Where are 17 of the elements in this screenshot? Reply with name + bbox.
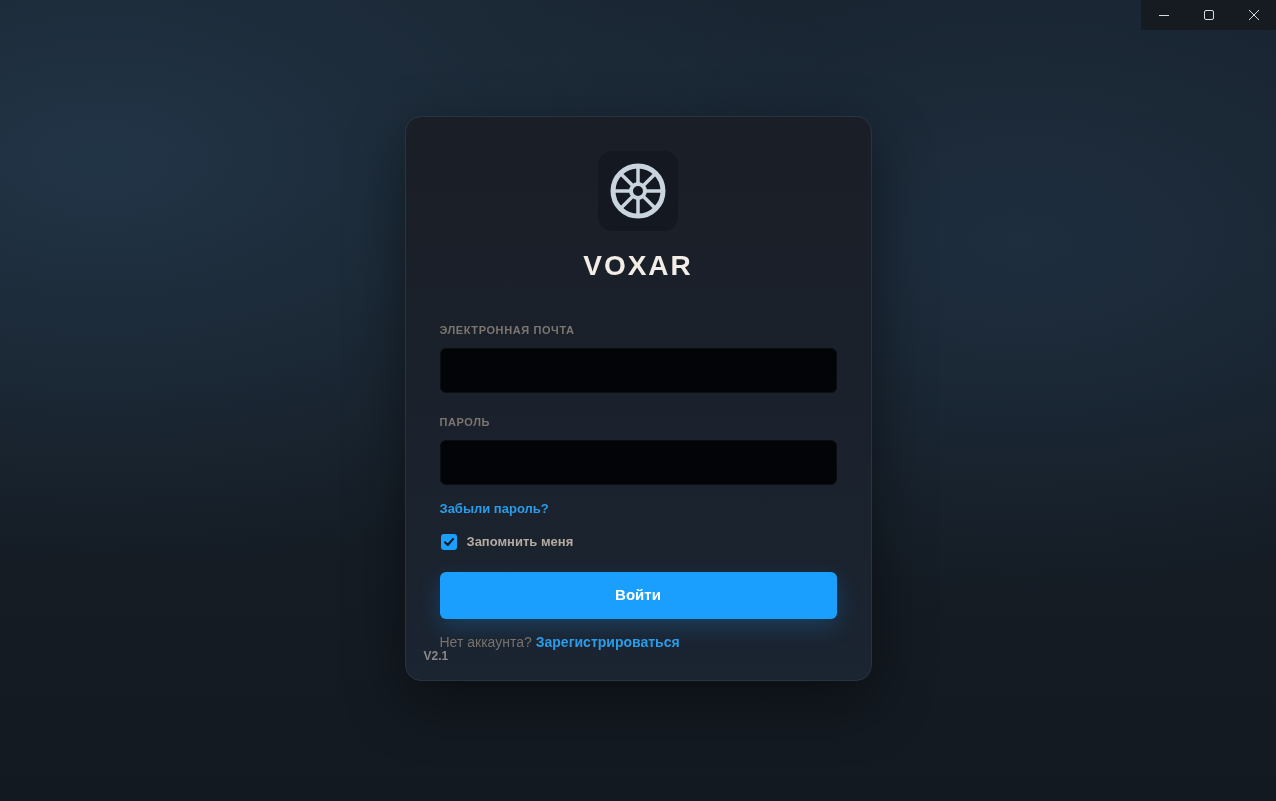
input-field[interactable] <box>439 439 837 485</box>
checkbox-label: Запомнить меня <box>466 533 574 550</box>
checkbox[interactable] <box>440 533 457 550</box>
signup-link[interactable]: Зарегистрироваться <box>535 633 680 651</box>
field-label: ЭЛЕКТРОННАЯ ПОЧТА <box>439 322 575 337</box>
app-title: VOXAR <box>583 248 693 283</box>
version-label: V2.1 <box>423 648 449 664</box>
input-field[interactable] <box>439 347 837 393</box>
login-button[interactable]: Войти <box>439 571 837 619</box>
field-label: ПАРОЛЬ <box>439 414 491 429</box>
check-icon <box>443 537 454 546</box>
maximize-icon <box>1203 10 1214 20</box>
close-icon <box>1248 10 1259 20</box>
forgot-password-link[interactable]: Забыли пароль? <box>439 500 549 517</box>
wheel-icon <box>610 162 666 219</box>
minimize-icon <box>1158 14 1169 16</box>
signup-prompt: Нет аккаунта? <box>439 633 532 651</box>
